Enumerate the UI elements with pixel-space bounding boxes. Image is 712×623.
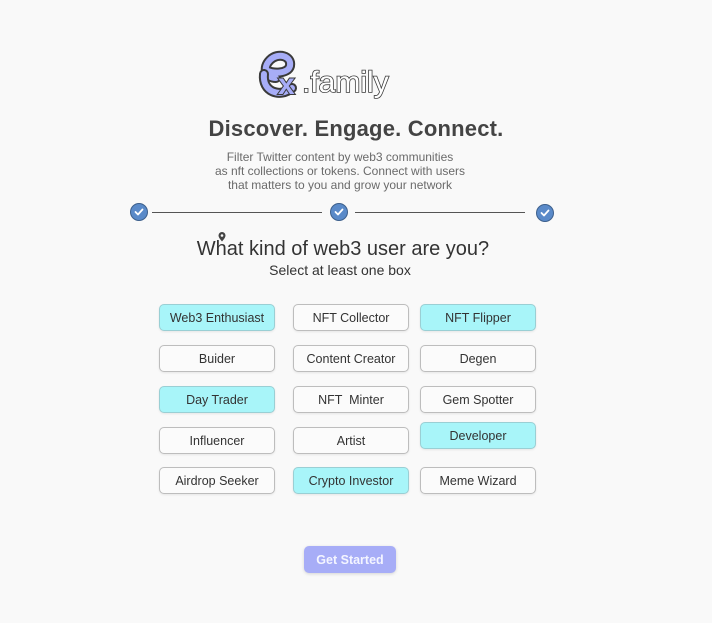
option-nft-flipper[interactable]: NFT Flipper — [420, 304, 536, 331]
option-content-creator[interactable]: Content Creator — [293, 345, 409, 372]
option-meme-wizard[interactable]: Meme Wizard — [420, 467, 536, 494]
option-day-trader[interactable]: Day Trader — [159, 386, 275, 413]
option-crypto-investor[interactable]: Crypto Investor — [293, 467, 409, 494]
option-airdrop-seeker[interactable]: Airdrop Seeker — [159, 467, 275, 494]
option-influencer[interactable]: Influencer — [159, 427, 275, 454]
subtitle-line-3: that matters to you and grow your networ… — [227, 178, 453, 192]
step-3-complete[interactable] — [536, 204, 554, 222]
step-connector — [152, 212, 322, 213]
option-gem-spotter[interactable]: Gem Spotter — [420, 386, 536, 413]
question-hint: Select at least one box — [269, 262, 411, 278]
option-nft-collector[interactable]: NFT Collector — [293, 304, 409, 331]
option-web3-enthusiast[interactable]: Web3 Enthusiast — [159, 304, 275, 331]
step-2-complete[interactable] — [330, 203, 348, 221]
step-1-complete[interactable] — [130, 203, 148, 221]
question-title: What kind of web3 user are you? — [196, 238, 490, 260]
check-icon — [540, 209, 550, 217]
logo-family-text: .family — [302, 66, 389, 99]
option-degen[interactable]: Degen — [420, 345, 536, 372]
option-buider[interactable]: Buider — [159, 345, 275, 372]
option-nft-minter[interactable]: NFT Minter — [293, 386, 409, 413]
page-subtitle: Filter Twitter content by web3 communiti… — [190, 150, 490, 192]
logo-ex-mark: x — [258, 50, 297, 102]
subtitle-line-1: Filter Twitter content by web3 communiti… — [226, 150, 454, 164]
page-headline: Discover. Engage. Connect. — [208, 116, 504, 141]
check-icon — [334, 208, 344, 216]
svg-text:x: x — [278, 68, 295, 101]
get-started-button[interactable]: Get Started — [304, 546, 396, 573]
subtitle-line-2: as nft collections or tokens. Connect wi… — [214, 164, 466, 178]
brand-logo: x .family — [258, 48, 418, 108]
option-artist[interactable]: Artist — [293, 427, 409, 454]
step-connector — [355, 212, 525, 213]
check-icon — [134, 208, 144, 216]
option-developer[interactable]: Developer — [420, 422, 536, 449]
